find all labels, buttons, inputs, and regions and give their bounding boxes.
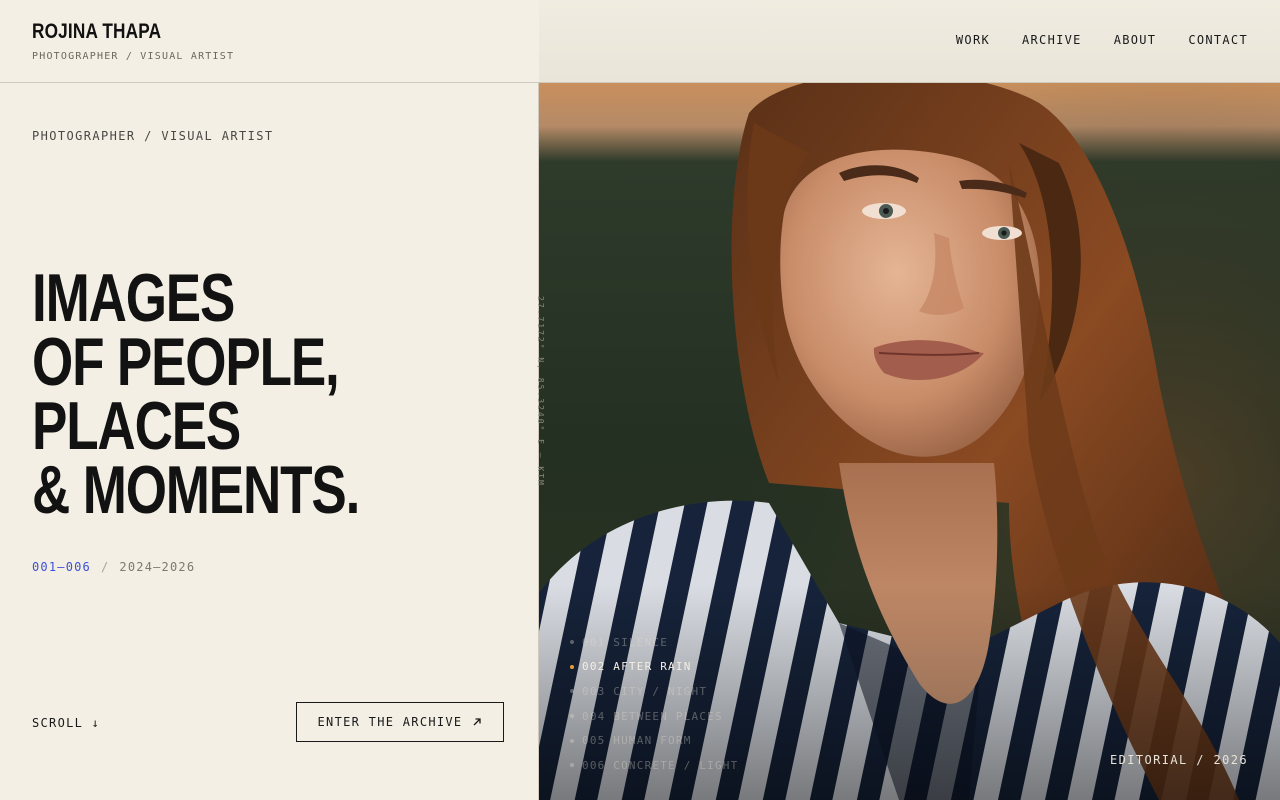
bullet-dot-icon: [570, 640, 574, 645]
series-item-001[interactable]: 001 SILENCE: [570, 630, 738, 655]
series-item-label: 001 SILENCE: [582, 635, 669, 649]
headline-line: PLACES: [32, 388, 241, 464]
headline-line: & MOMENTS.: [32, 452, 360, 528]
series-item-002[interactable]: 002 AFTER RAIN: [570, 655, 738, 680]
coordinates-label: 27.7172° N, 85.3240° E — KTM: [536, 296, 545, 487]
series-list: 001 SILENCE 002 AFTER RAIN 003 CITY / NI…: [570, 630, 738, 778]
bullet-dot-icon: [570, 714, 574, 719]
enter-archive-button[interactable]: ENTER THE ARCHIVE: [296, 702, 504, 742]
intro-panel: PHOTOGRAPHER / VISUAL ARTIST IMAGES OF P…: [0, 83, 539, 800]
brand-tagline: PHOTOGRAPHER / VISUAL ARTIST: [32, 51, 235, 62]
enter-archive-label: ENTER THE ARCHIVE: [317, 715, 463, 729]
brand-name[interactable]: ROJINA THAPA: [32, 20, 161, 44]
site-header: ROJINA THAPA PHOTOGRAPHER / VISUAL ARTIS…: [0, 0, 1280, 83]
landing-page: ROJINA THAPA PHOTOGRAPHER / VISUAL ARTIS…: [0, 0, 1280, 800]
series-item-label: 003 CITY / NIGHT: [582, 684, 708, 698]
arrow-up-right-icon: [473, 718, 482, 726]
bullet-dot-icon: [570, 664, 574, 669]
series-item-label: 006 CONCRETE / LIGHT: [582, 758, 739, 772]
bullet-dot-icon: [570, 689, 574, 694]
series-item-label: 002 AFTER RAIN: [582, 660, 692, 674]
bullet-dot-icon: [570, 763, 574, 768]
nav-contact[interactable]: CONTACT: [1188, 33, 1248, 47]
eyebrow-label: PHOTOGRAPHER / VISUAL ARTIST: [32, 129, 274, 143]
nav-archive[interactable]: ARCHIVE: [1022, 33, 1082, 47]
series-item-005[interactable]: 005 HUMAN FORM: [570, 728, 738, 753]
bullet-dot-icon: [570, 738, 574, 743]
index-years: 2024—2026: [119, 560, 196, 574]
series-item-004[interactable]: 004 BETWEEN PLACES: [570, 704, 738, 729]
photo-caption: EDITORIAL / 2026: [1110, 753, 1248, 767]
series-item-006[interactable]: 006 CONCRETE / LIGHT: [570, 753, 738, 778]
hero-headline: IMAGES OF PEOPLE, PLACES & MOMENTS.: [32, 260, 391, 528]
nav-work[interactable]: WORK: [956, 33, 990, 47]
series-item-label: 004 BETWEEN PLACES: [582, 709, 723, 723]
main-nav: WORK ARCHIVE ABOUT CONTACT: [956, 33, 1248, 47]
headline-line: IMAGES: [32, 260, 235, 336]
scroll-indicator[interactable]: SCROLL ↓: [32, 716, 100, 730]
nav-about[interactable]: ABOUT: [1114, 33, 1157, 47]
index-separator: /: [100, 560, 110, 574]
index-range: 001—006: [32, 560, 91, 574]
headline-line: OF PEOPLE,: [32, 324, 340, 400]
series-item-label: 005 HUMAN FORM: [582, 734, 692, 748]
series-item-003[interactable]: 003 CITY / NIGHT: [570, 679, 738, 704]
index-range-line: 001—006 / 2024—2026: [32, 560, 195, 574]
